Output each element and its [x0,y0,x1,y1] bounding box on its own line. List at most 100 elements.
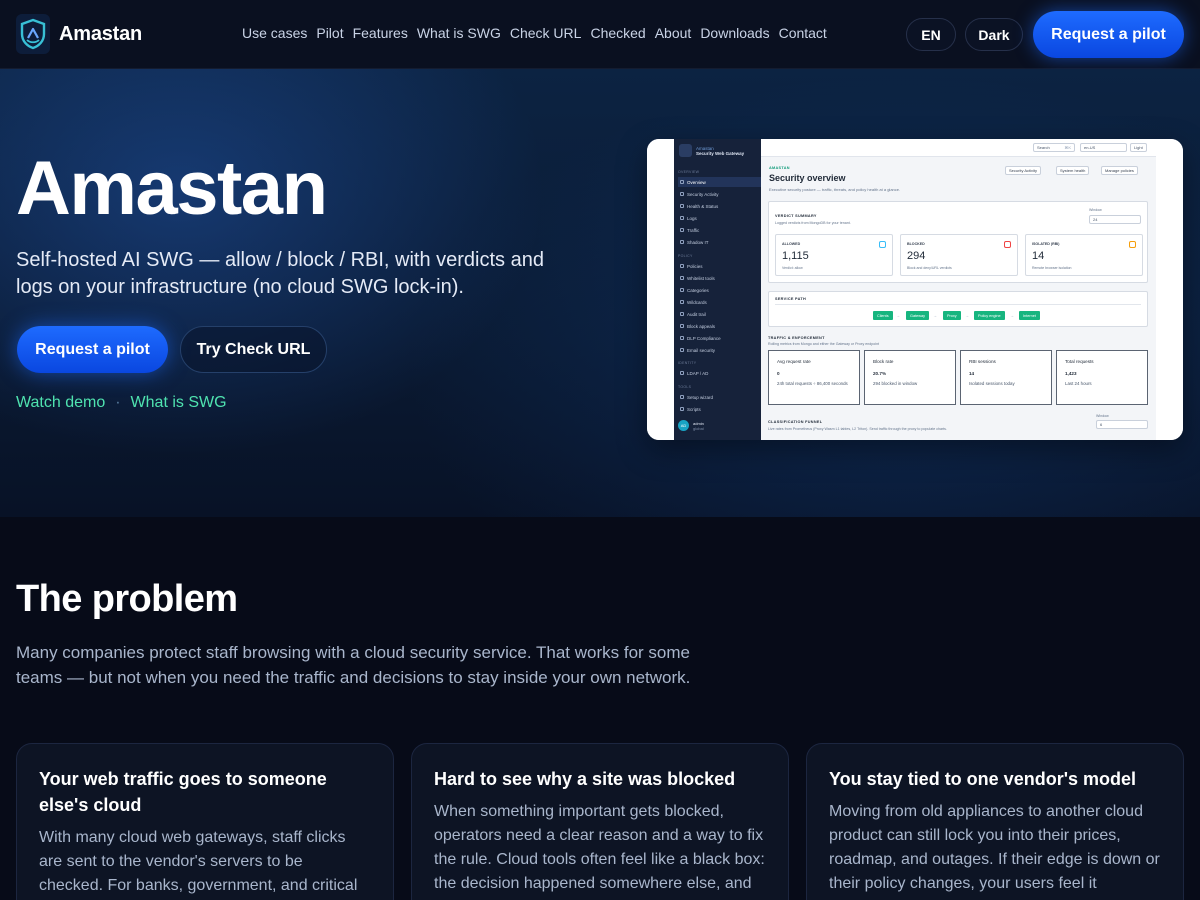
mock-funnel-window-select: 6 [1096,420,1148,429]
problem-card: You stay tied to one vendor's model Movi… [806,743,1184,900]
try-check-url-button[interactable]: Try Check URL [180,326,327,373]
shield-logo-icon [16,14,50,54]
screenshot-padding [647,139,674,440]
mock-nav-item: Overview [678,177,761,187]
what-is-swg-link[interactable]: What is SWG [131,394,227,412]
path-arrow: → [933,313,937,318]
path-step: Proxy [943,311,961,320]
problem-card: Hard to see why a site was blocked When … [411,743,789,900]
policy-icon [680,264,684,268]
metric-sub: 294 blocked in window [873,381,918,386]
mock-main: Search ⌘K en-US Light AMASTAN Security o… [761,139,1156,440]
language-button[interactable]: EN [906,18,956,51]
hero-title: Amastan [16,146,328,231]
nav-about[interactable]: About [655,25,692,41]
verdict-label: BLOCKED [907,242,925,246]
history-icon [680,312,684,316]
screenshot-padding [1156,139,1183,440]
mock-action-button: Manage policies [1101,166,1138,175]
nav-check-url[interactable]: Check URL [510,25,582,41]
mock-topbar: Search ⌘K en-US Light [761,139,1156,157]
problem-card-body: With many cloud web gateways, staff clic… [39,829,358,894]
problem-title: The problem [16,578,238,620]
nav-use-cases[interactable]: Use cases [242,25,307,41]
mock-nav-item: Scripts [678,404,761,414]
mock-metric-card: RBI sessions 14 Isolated sessions today [960,350,1052,405]
traffic-icon [680,228,684,232]
mock-traffic-sub: Rolling metrics from Mongo and either th… [768,342,880,346]
path-step: Internet [1019,311,1040,320]
nav-checked[interactable]: Checked [590,25,645,41]
mock-nav-item: Email security [678,345,761,355]
nav-pilot[interactable]: Pilot [316,25,343,41]
metric-sub: Isolated sessions today [969,381,1015,386]
request-pilot-header-button[interactable]: Request a pilot [1033,11,1184,58]
verdict-label: ISOLATED (RBI) [1032,242,1060,246]
main-nav: Use cases Pilot Features What is SWG Che… [242,25,827,41]
mock-section-policy: POLICY [678,254,693,258]
metric-value: 1,423 [1065,371,1077,376]
mock-service-path: SERVICE PATH Clients → Gateway → Proxy →… [768,291,1148,327]
grid-icon [680,180,684,184]
hero-links: Watch demo · What is SWG [16,394,227,412]
mock-nav-item: Security Activity [678,189,761,199]
mock-section-tools: TOOLS [678,385,692,389]
hero-section: Amastan Self-hosted AI SWG — allow / blo… [0,69,1200,517]
problem-text: Many companies protect staff browsing wi… [16,643,691,687]
link-separator: · [115,394,121,411]
mock-nav-item: Shadow IT [678,237,761,247]
shield-icon [680,192,684,196]
mock-search: Search ⌘K [1033,143,1075,152]
nav-downloads[interactable]: Downloads [700,25,769,41]
mock-metric-card: Total requests 1,423 Last 24 hours [1056,350,1148,405]
top-navbar: Amastan Use cases Pilot Features What is… [0,0,1200,69]
metric-sub: 24h total requests ÷ 86,400 seconds [777,381,848,386]
metric-sub: Last 24 hours [1065,381,1092,386]
theme-toggle-button[interactable]: Dark [965,18,1023,51]
mock-nav-item: Logs [678,213,761,223]
nav-contact[interactable]: Contact [779,25,827,41]
flag-icon [680,324,684,328]
mock-nav-item: Wildcards [678,297,761,307]
mock-nav-item: Setup wizard [678,392,761,402]
check-shield-icon [879,241,886,248]
mock-app-sub: Security Web Gateway [696,150,745,156]
hero-subtitle: Self-hosted AI SWG — allow / block / RBI… [16,249,544,298]
mock-page-desc: Executive security posture — traffic, th… [769,187,901,192]
mail-icon [680,348,684,352]
brand-name: Amastan [59,22,143,45]
file-icon [680,216,684,220]
problem-card-title: Hard to see why a site was blocked [434,769,736,789]
path-arrow: → [965,313,969,318]
mock-sidebar: Amastan Security Web Gateway OVERVIEW Ov… [674,139,761,440]
pulse-icon [680,204,684,208]
mock-nav-item: Block appeals [678,321,761,331]
problem-card-body: When something important gets blocked, o… [434,803,765,892]
mock-verdict-label: VERDICT SUMMARY [775,214,817,218]
divider [775,304,1141,305]
verdict-value: 294 [907,250,926,262]
nav-what-is-swg[interactable]: What is SWG [417,25,501,41]
isolate-icon [1129,241,1136,248]
mock-nav-item: LDAP / AD [678,368,761,378]
mock-search-label: Search [1037,145,1050,150]
request-pilot-hero-button[interactable]: Request a pilot [17,326,168,373]
watch-demo-link[interactable]: Watch demo [16,394,105,412]
path-arrow: → [896,313,900,318]
mock-user: AD admin global [678,420,704,431]
mock-breadcrumb: AMASTAN [769,166,790,170]
nav-features[interactable]: Features [353,25,408,41]
verdict-sub: Block and deny/URL verdicts [907,266,952,270]
brand[interactable]: Amastan [16,14,142,54]
metric-label: Block rate [873,359,894,364]
mock-theme-toggle: Light [1130,143,1147,152]
metric-value: 0 [777,371,780,376]
mock-nav-item: Policies [678,261,761,271]
mock-action-button: System health [1056,166,1090,175]
mock-verdict-panel: VERDICT SUMMARY Logged verdicts from Mon… [768,201,1148,283]
asterisk-icon [680,300,684,304]
path-arrow: → [1010,313,1014,318]
metric-value: 14 [969,371,975,376]
mock-verdict-card: BLOCKED 294 Block and deny/URL verdicts [900,234,1018,276]
metric-label: Total requests [1065,359,1094,364]
